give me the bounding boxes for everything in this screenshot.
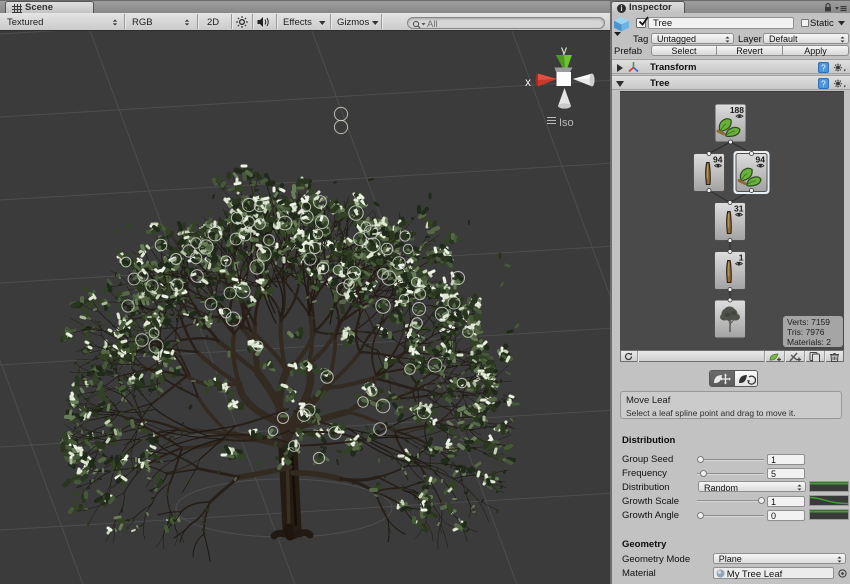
- svg-text:?: ?: [821, 64, 826, 73]
- svg-text:?: ?: [821, 80, 826, 89]
- svg-text:188: 188: [730, 105, 744, 115]
- svg-text:94: 94: [756, 155, 766, 165]
- svg-text:94: 94: [713, 155, 723, 165]
- svg-text:1: 1: [739, 253, 744, 263]
- svg-text:y: y: [561, 43, 567, 57]
- svg-text:Iso: Iso: [559, 117, 574, 129]
- svg-text:31: 31: [734, 204, 744, 214]
- svg-text:x: x: [525, 75, 531, 89]
